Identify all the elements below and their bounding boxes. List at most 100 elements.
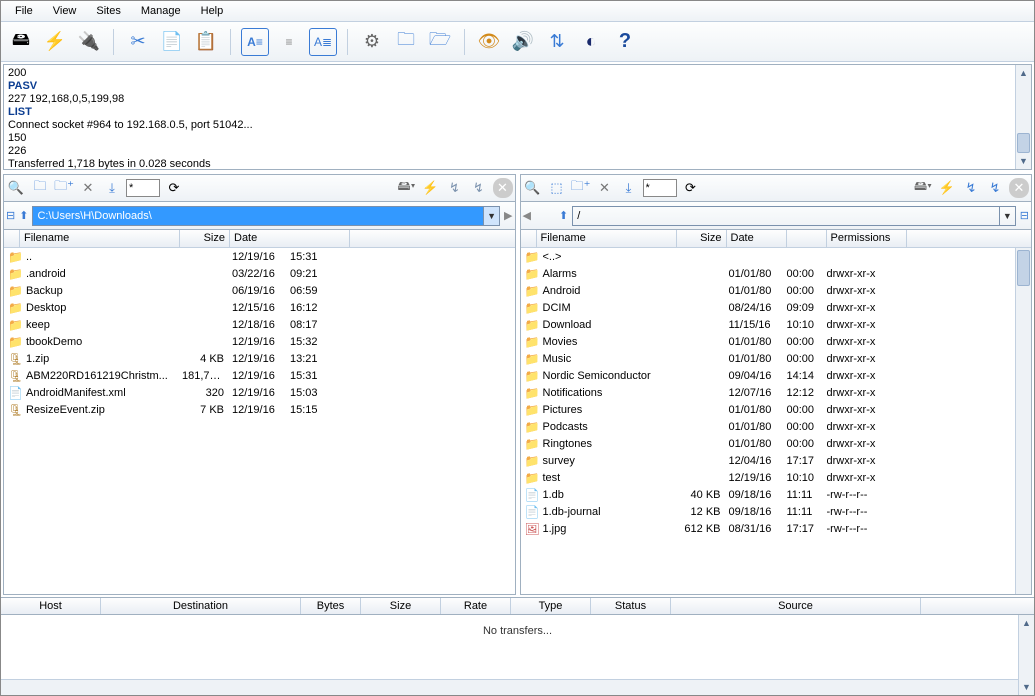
file-row[interactable]: 📁Backup06/19/1606:59	[4, 282, 515, 299]
disconnect-icon[interactable]: 🔌	[75, 28, 103, 56]
scroll-up-icon[interactable]: ▲	[1016, 65, 1031, 81]
dropdown-icon[interactable]: ▼	[483, 207, 499, 225]
file-row[interactable]: 📁Music01/01/8000:00drwxr-xr-x	[521, 350, 1032, 367]
file-row[interactable]: 📄1.db-journal12 KB09/18/1611:11-rw-r--r-…	[521, 503, 1032, 520]
menu-manage[interactable]: Manage	[131, 3, 191, 19]
queue-scrollbar[interactable]: ▲ ▼	[1018, 615, 1034, 695]
transfer-mode-icon[interactable]: 🖴▾	[397, 178, 417, 198]
file-row[interactable]: 📁Movies01/01/8000:00drwxr-xr-x	[521, 333, 1032, 350]
file-row[interactable]: 📁Desktop12/15/1616:12	[4, 299, 515, 316]
file-row[interactable]: 📄1.db40 KB09/18/1611:11-rw-r--r--	[521, 486, 1032, 503]
file-row[interactable]: 📁Podcasts01/01/8000:00drwxr-xr-x	[521, 418, 1032, 435]
help-icon[interactable]: ?	[611, 28, 639, 56]
mode-text-icon[interactable]: ≡	[275, 28, 303, 56]
file-row[interactable]: 🗜ResizeEvent.zip7 KB12/19/1615:15	[4, 401, 515, 418]
download-icon[interactable]: ⤓	[102, 178, 122, 198]
quick-icon[interactable]: ⚡	[937, 178, 957, 198]
settings-icon[interactable]: ⚙	[358, 28, 386, 56]
refresh-icon[interactable]: ⟳	[164, 178, 184, 198]
close-pane-icon[interactable]: ✕	[1009, 178, 1029, 198]
column-header[interactable]: Size	[677, 230, 727, 247]
search-icon[interactable]: 🔍	[6, 178, 26, 198]
file-row[interactable]: 📁keep12/18/1608:17	[4, 316, 515, 333]
file-row[interactable]: 📁Download11/15/1610:10drwxr-xr-x	[521, 316, 1032, 333]
column-header[interactable]: Filename	[20, 230, 180, 247]
link1-icon[interactable]: ↯	[961, 178, 981, 198]
log-scrollbar[interactable]: ▲ ▼	[1015, 65, 1031, 169]
mode-auto-icon[interactable]: A≣	[309, 28, 337, 56]
column-header[interactable]: Size	[180, 230, 230, 247]
local-filter-input[interactable]	[126, 179, 160, 197]
remote-path-input[interactable]	[573, 207, 999, 225]
file-row[interactable]: 📁Notifications12/07/1612:12drwxr-xr-x	[521, 384, 1032, 401]
file-row[interactable]: 📁..12/19/1615:31	[4, 248, 515, 265]
remote-scrollbar[interactable]	[1015, 248, 1031, 594]
queue-column-header[interactable]: Size	[361, 598, 441, 614]
file-row[interactable]: 📁.android03/22/1609:21	[4, 265, 515, 282]
folder-open-icon[interactable]: 🗀	[30, 178, 50, 198]
sound-icon[interactable]: 🔊	[509, 28, 537, 56]
local-path-box[interactable]: ▼	[32, 206, 500, 226]
quick-icon[interactable]: ⚡	[421, 178, 441, 198]
file-row[interactable]: 📁tbookDemo12/19/1615:32	[4, 333, 515, 350]
folder-s-icon[interactable]: 🗀	[392, 28, 420, 56]
file-row[interactable]: 📁DCIM08/24/1609:09drwxr-xr-x	[521, 299, 1032, 316]
file-row[interactable]: 📁Nordic Semiconductor09/04/1614:14drwxr-…	[521, 367, 1032, 384]
menu-file[interactable]: File	[5, 3, 43, 19]
new-folder-icon[interactable]: 🗀⁺	[571, 178, 591, 198]
queue-column-header[interactable]: Source	[671, 598, 921, 614]
remote-filter-input[interactable]	[643, 179, 677, 197]
new-folder-icon[interactable]: 🗀⁺	[54, 178, 74, 198]
column-header[interactable]	[521, 230, 537, 247]
queue-column-header[interactable]: Rate	[441, 598, 511, 614]
file-row[interactable]: 🗜ABM220RD161219Christm...181,793 KB12/19…	[4, 367, 515, 384]
column-header[interactable]: Date	[230, 230, 350, 247]
queue-column-header[interactable]: Host	[1, 598, 101, 614]
queue-hscrollbar[interactable]	[1, 679, 1018, 695]
mode-a-icon[interactable]: A≡	[241, 28, 269, 56]
upload-icon[interactable]: ⤓	[619, 178, 639, 198]
scroll-up-icon[interactable]: ▲	[1019, 615, 1034, 631]
file-row[interactable]: 📁test12/19/1610:10drwxr-xr-x	[521, 469, 1032, 486]
globe-icon[interactable]: ◐	[577, 28, 605, 56]
link2-icon[interactable]: ↯	[985, 178, 1005, 198]
tree-icon[interactable]: ⊟	[1020, 209, 1029, 222]
refresh-icon[interactable]: ⟳	[681, 178, 701, 198]
dropdown-icon[interactable]: ▼	[999, 207, 1015, 225]
up-dir-icon[interactable]: ⬆	[19, 209, 28, 222]
menu-view[interactable]: View	[43, 3, 87, 19]
menu-sites[interactable]: Sites	[86, 3, 130, 19]
menu-help[interactable]: Help	[191, 3, 234, 19]
sync-arrows-icon[interactable]: ⇅	[543, 28, 571, 56]
folder-t-icon[interactable]: 🗁	[426, 28, 454, 56]
crop-icon[interactable]: ⬚	[547, 178, 567, 198]
search-icon[interactable]: 🔍	[523, 178, 543, 198]
file-row[interactable]: 📄AndroidManifest.xml32012/19/1615:03	[4, 384, 515, 401]
remote-path-box[interactable]: ▼	[572, 206, 1016, 226]
back-icon[interactable]: ◀	[523, 209, 531, 222]
queue-column-header[interactable]: Type	[511, 598, 591, 614]
scroll-thumb[interactable]	[1017, 250, 1030, 286]
file-row[interactable]: 📁survey12/04/1617:17drwxr-xr-x	[521, 452, 1032, 469]
delete-icon[interactable]: ✕	[595, 178, 615, 198]
file-row[interactable]: 🗜1.zip4 KB12/19/1613:21	[4, 350, 515, 367]
view-icon[interactable]: 👁	[475, 28, 503, 56]
column-header[interactable]: Date	[727, 230, 787, 247]
scroll-down-icon[interactable]: ▼	[1016, 153, 1031, 169]
column-header[interactable]	[4, 230, 20, 247]
file-row[interactable]: 📁<..>	[521, 248, 1032, 265]
file-row[interactable]: 📁Alarms01/01/8000:00drwxr-xr-x	[521, 265, 1032, 282]
delete-icon[interactable]: ✕	[78, 178, 98, 198]
file-row[interactable]: 🖼1.jpg612 KB08/31/1617:17-rw-r--r--	[521, 520, 1032, 537]
scroll-down-icon[interactable]: ▼	[1019, 679, 1034, 695]
close-pane-icon[interactable]: ✕	[493, 178, 513, 198]
local-path-input[interactable]	[33, 207, 483, 225]
quick-connect-icon[interactable]: ⚡	[41, 28, 69, 56]
column-header[interactable]: Permissions	[827, 230, 907, 247]
queue-column-header[interactable]: Bytes	[301, 598, 361, 614]
link1-icon[interactable]: ↯	[445, 178, 465, 198]
transfer-mode-icon[interactable]: 🖴▾	[913, 178, 933, 198]
paste-icon[interactable]: 📋	[192, 28, 220, 56]
file-row[interactable]: 📁Pictures01/01/8000:00drwxr-xr-x	[521, 401, 1032, 418]
column-header[interactable]: Filename	[537, 230, 677, 247]
